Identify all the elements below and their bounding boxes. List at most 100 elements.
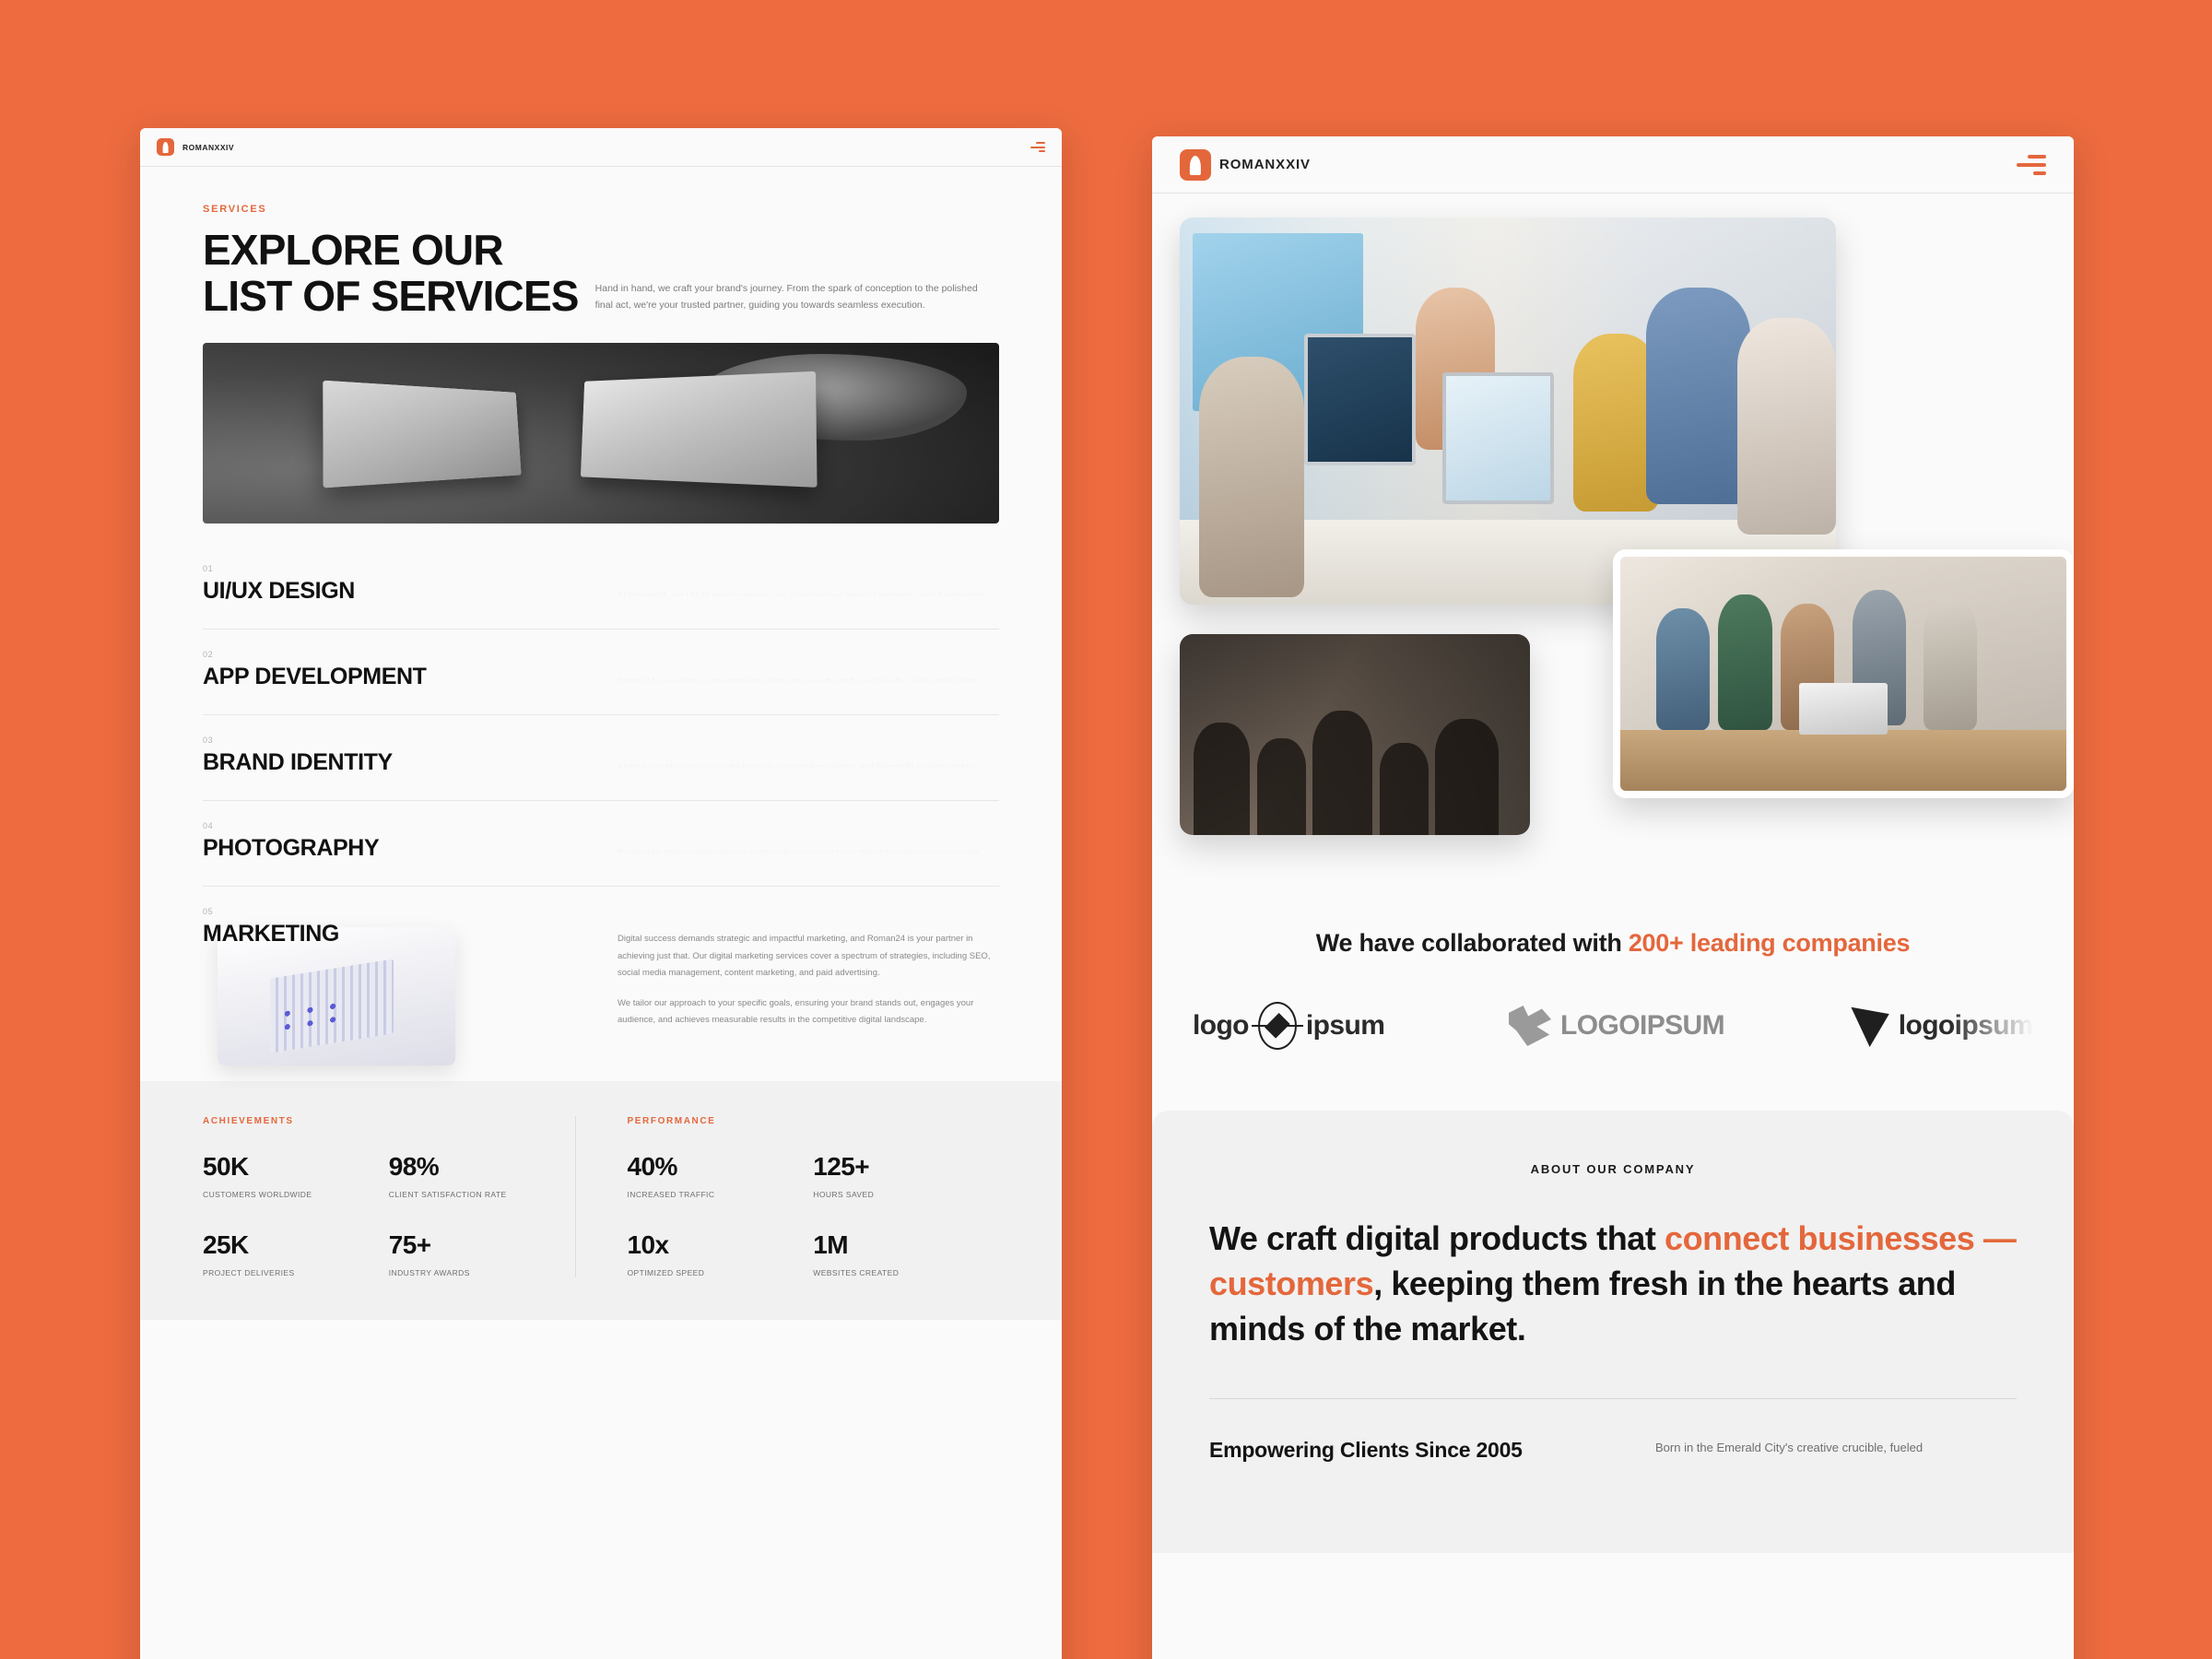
stat-value: 10x: [627, 1230, 670, 1259]
hamburger-menu-icon[interactable]: [2017, 154, 2046, 175]
screenshot-stage: ROMANXXIV SERVICES EXPLORE OUR LIST OF S…: [0, 0, 2212, 1659]
services-eyebrow: SERVICES: [203, 204, 267, 215]
service-item-uiux[interactable]: 01 UI/UX DESIGN At Roman24, our UI/UX de…: [203, 551, 999, 629]
stat-value: 125+: [813, 1151, 870, 1181]
stat-label: HOURS SAVED: [813, 1189, 875, 1199]
collaboration-prefix: We have collaborated with: [1315, 929, 1629, 957]
right-brand[interactable]: ROMANXXIV: [1180, 148, 1311, 181]
service-left: 03 BRAND IDENTITY: [203, 735, 599, 776]
services-list: 01 UI/UX DESIGN At Roman24, our UI/UX de…: [203, 551, 999, 1066]
logo-text-b: ipsum: [1305, 1010, 1385, 1041]
service-description-p2: We tailor our approach to your specific …: [618, 997, 974, 1026]
left-topbar: ROMANXXIV: [140, 128, 1062, 167]
right-topbar: ROMANXXIV: [1152, 136, 2074, 194]
stat-item: 1M WEBSITES CREATED: [813, 1230, 999, 1277]
bird-icon: [1509, 1006, 1552, 1046]
photo-person-5: [1737, 318, 1836, 535]
stats-title: ACHIEVEMENTS: [203, 1115, 294, 1126]
hamburger-bar-3: [1039, 150, 1045, 152]
service-number: 01: [203, 564, 214, 574]
meeting-table-shape: [1620, 729, 2066, 791]
service-description-p1: Digital success demands strategic and im…: [618, 934, 991, 979]
service-left: 05 MARKETING: [203, 907, 599, 1066]
about-divider: [1209, 1397, 2017, 1399]
hamburger-bar-2: [1030, 146, 1045, 148]
photo-person-4: [1645, 287, 1751, 504]
stat-label: WEBSITES CREATED: [813, 1267, 900, 1277]
about-footer-title: Empowering Clients Since 2005: [1209, 1437, 1523, 1462]
arch-logo-icon: [157, 138, 174, 156]
service-number: 05: [203, 907, 214, 917]
crowd-figure-2: [1256, 738, 1306, 835]
office-team-photo: [1180, 218, 1836, 605]
service-left: 01 UI/UX DESIGN: [203, 564, 599, 605]
stat-item: 125+ HOURS SAVED: [813, 1152, 999, 1199]
stats-grid: 50K CUSTOMERS WORLDWIDE 98% CLIENT SATIS…: [203, 1152, 575, 1277]
triangle-icon: [1851, 1006, 1889, 1047]
stat-item: 25K PROJECT DELIVERIES: [203, 1230, 389, 1277]
marketing-thumbnail-image: [218, 927, 455, 1066]
about-headline: We craft digital products that connect b…: [1209, 1217, 2017, 1352]
meeting-person-5: [1924, 598, 1978, 730]
stat-value: 40%: [627, 1151, 678, 1181]
stats-section: ACHIEVEMENTS 50K CUSTOMERS WORLDWIDE 98%…: [140, 1080, 1062, 1320]
hero-image: [203, 343, 999, 524]
logo-text: LOGOIPSUM: [1560, 1010, 1725, 1041]
photo-monitor-1: [1304, 334, 1417, 465]
crowd-figure-3: [1312, 710, 1372, 835]
service-number: 02: [203, 650, 214, 660]
client-logo-3: logoipsum: [1849, 1005, 2034, 1047]
stat-item: 10x OPTIMIZED SPEED: [628, 1230, 814, 1277]
left-brand[interactable]: ROMANXXIV: [157, 138, 234, 156]
stat-item: 75+ INDUSTRY AWARDS: [389, 1230, 575, 1277]
services-body: SERVICES EXPLORE OUR LIST OF SERVICES Ha…: [140, 167, 1062, 1066]
stat-item: 98% CLIENT SATISFACTION RATE: [389, 1152, 575, 1199]
hero-image-shape: [696, 354, 968, 441]
services-page-panel: ROMANXXIV SERVICES EXPLORE OUR LIST OF S…: [140, 128, 1062, 1659]
service-item-brand-identity[interactable]: 03 BRAND IDENTITY At the heart of every …: [203, 714, 999, 800]
client-logo-1: logo ipsum: [1193, 1002, 1385, 1050]
service-description: At the heart of every successful brand i…: [618, 762, 973, 773]
stat-label: INCREASED TRAFFIC: [627, 1189, 715, 1199]
about-footer-row: Empowering Clients Since 2005 Born in th…: [1209, 1438, 2017, 1463]
meeting-person-1: [1655, 607, 1710, 730]
service-item-photography[interactable]: 04 PHOTOGRAPHY Roman24's photography ser…: [203, 800, 999, 886]
meeting-person-2: [1718, 594, 1772, 730]
stat-value: 25K: [203, 1230, 249, 1259]
stat-value: 98%: [388, 1151, 440, 1181]
team-meeting-photo: [1613, 549, 2074, 798]
stats-title: PERFORMANCE: [627, 1115, 716, 1126]
service-description: Roman24 specializes in transforming idea…: [618, 677, 984, 688]
hamburger-bar-1: [1036, 142, 1045, 144]
stat-label: CUSTOMERS WORLDWIDE: [203, 1189, 312, 1199]
audience-crowd-photo: [1180, 634, 1530, 835]
stat-value: 50K: [203, 1151, 249, 1181]
globe-icon: [1257, 1002, 1297, 1050]
about-page-panel: ROMANXXIV We have collaborated with 200+…: [1152, 136, 2074, 1659]
collaboration-headline: We have collaborated with 200+ leading c…: [1180, 929, 2046, 958]
service-item-app-development[interactable]: 02 APP DEVELOPMENT Roman24 specializes i…: [203, 629, 999, 714]
stat-item: 40% INCREASED TRAFFIC: [628, 1152, 814, 1199]
service-number: 03: [203, 735, 214, 746]
hamburger-menu-icon[interactable]: [1030, 142, 1045, 152]
photo-collage: [1180, 218, 2074, 918]
stat-value: 1M: [813, 1230, 849, 1259]
service-description: Digital success demands strategic and im…: [618, 907, 999, 1030]
client-logo-2: LOGOIPSUM: [1509, 1006, 1725, 1046]
stats-grid: 40% INCREASED TRAFFIC 125+ HOURS SAVED 1…: [628, 1152, 1000, 1277]
about-footer-text: Born in the Emerald City's creative cruc…: [1655, 1440, 1924, 1454]
service-item-marketing[interactable]: 05 MARKETING Digital success demands str…: [203, 886, 999, 1066]
logo-text: logoipsum: [1898, 1010, 2034, 1041]
service-description: At Roman24, our UI/UX design services ar…: [618, 591, 986, 602]
stat-item: 50K CUSTOMERS WORLDWIDE: [203, 1152, 389, 1199]
services-hero-row: EXPLORE OUR LIST OF SERVICES Hand in han…: [203, 227, 999, 319]
about-eyebrow: ABOUT OUR COMPANY: [1530, 1162, 1696, 1176]
stat-label: PROJECT DELIVERIES: [203, 1267, 295, 1277]
brand-name: ROMANXXIV: [1219, 157, 1311, 172]
stat-label: INDUSTRY AWARDS: [388, 1267, 470, 1277]
stats-column-achievements: ACHIEVEMENTS 50K CUSTOMERS WORLDWIDE 98%…: [203, 1116, 575, 1277]
service-name: MARKETING: [203, 921, 340, 947]
hamburger-bar-3: [2033, 171, 2046, 175]
about-card: ABOUT OUR COMPANY We craft digital produ…: [1152, 1111, 2074, 1553]
meeting-laptop-shape: [1798, 683, 1888, 735]
